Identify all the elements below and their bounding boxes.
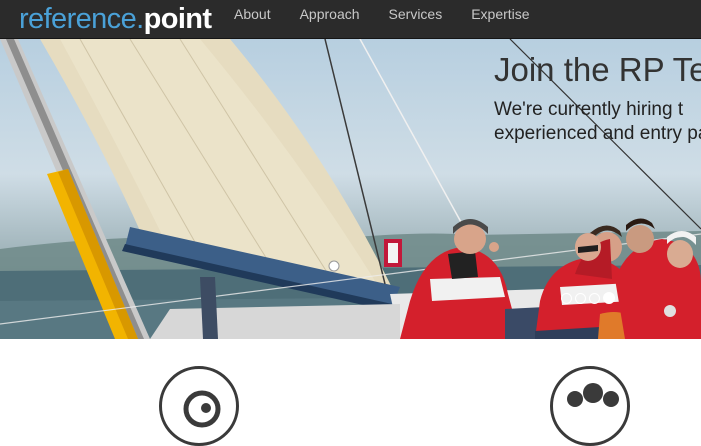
hero-description: We're currently hiring t experienced and… (494, 99, 701, 144)
nav-item-services: Services (389, 6, 443, 24)
top-navbar: reference. point About Approach Services … (0, 0, 701, 39)
features-section (0, 339, 701, 446)
carousel-dot-2[interactable] (575, 292, 586, 304)
nav-link-services[interactable]: Services (389, 6, 443, 22)
hero-carousel[interactable]: Join the RP Te We're currently hiring t … (0, 39, 701, 339)
carousel-indicators (561, 292, 615, 304)
nav-item-about: About (234, 6, 271, 24)
nav-link-expertise[interactable]: Expertise (471, 6, 529, 22)
team-icon (550, 366, 630, 446)
nav-item-expertise: Expertise (471, 6, 529, 24)
target-icon (159, 366, 239, 446)
logo-text-reference: reference (19, 2, 137, 35)
nav-item-approach: Approach (300, 6, 360, 24)
carousel-dot-3[interactable] (589, 292, 600, 304)
nav-link-about[interactable]: About (234, 6, 271, 22)
carousel-dot-1[interactable] (561, 292, 572, 304)
carousel-dot-4-active[interactable] (603, 292, 615, 304)
hero-title: Join the RP Te (494, 51, 701, 88)
logo-dot: . (136, 2, 144, 35)
main-nav: About Approach Services Expertise (234, 0, 559, 30)
brand-logo[interactable]: reference. point (19, 0, 212, 38)
nav-link-approach[interactable]: Approach (300, 6, 360, 22)
logo-text-point: point (143, 2, 212, 35)
